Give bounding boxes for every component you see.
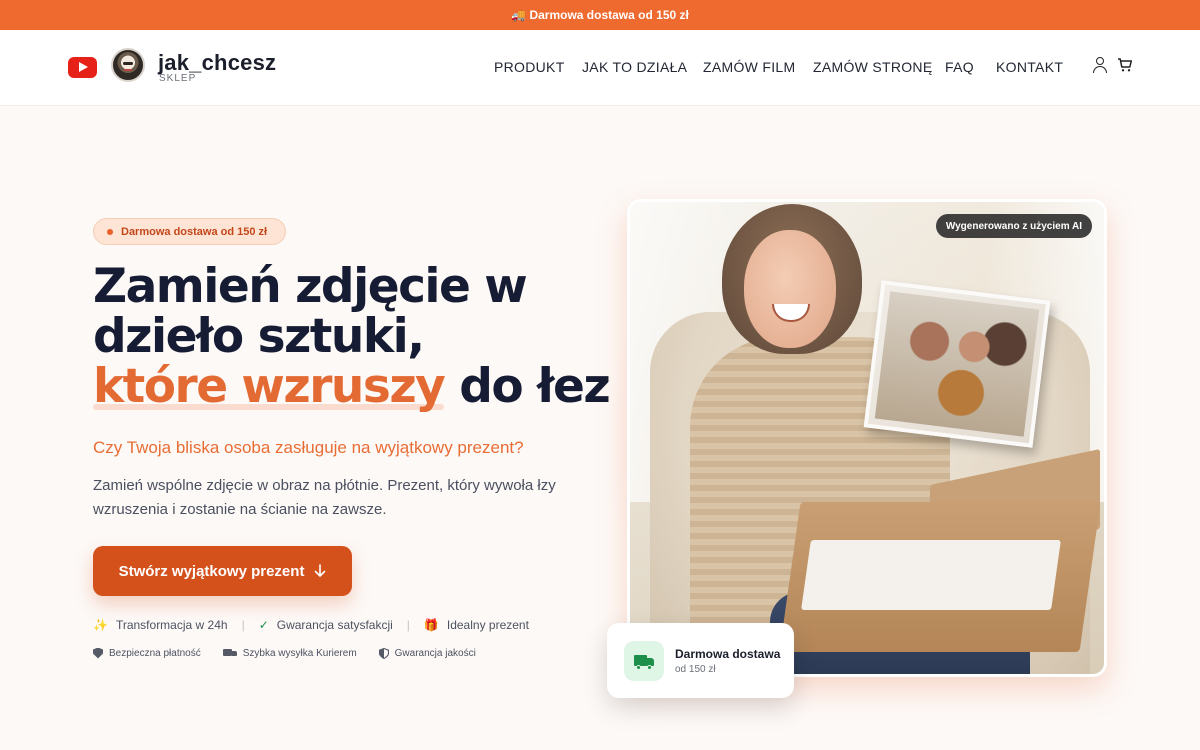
- gift-icon: 🎁: [423, 618, 439, 632]
- trust-item: Bezpieczna płatność: [109, 647, 201, 659]
- arrow-down-icon: [315, 564, 326, 577]
- announcement-text: 🚚 Darmowa dostawa od 150 zł: [511, 8, 689, 22]
- delivery-subtitle: od 150 zł: [675, 664, 716, 675]
- badge-dot-icon: [107, 228, 113, 235]
- hero-image-card: Wygenerowano z użyciem AI: [627, 199, 1107, 677]
- canvas-painting: [863, 280, 1051, 448]
- delivery-truck-icon: [624, 641, 664, 681]
- user-icon[interactable]: [1093, 57, 1107, 73]
- nav-item-produkt[interactable]: PRODUKT: [494, 59, 565, 75]
- headline-accent: które wzruszy: [93, 359, 446, 414]
- nav-item-faq[interactable]: FAQ: [945, 59, 974, 75]
- headline-line-1: Zamień zdjęcie w: [93, 259, 528, 314]
- hero-headline: Zamień zdjęcie w dzieło sztuki, które wz…: [93, 262, 613, 412]
- shield-half-icon: [378, 647, 389, 659]
- nav-item-zamow-strone[interactable]: ZAMÓW STRONĘ: [813, 59, 932, 75]
- site-header: jak_chcesz SKLEP PRODUKT JAK TO DZIAŁA Z…: [0, 30, 1200, 106]
- feature-item: Gwarancja satysfakcji: [276, 618, 393, 632]
- delivery-card: Darmowa dostawa od 150 zł: [607, 623, 794, 698]
- delivery-title: Darmowa dostawa: [675, 647, 781, 661]
- main-nav: PRODUKT JAK TO DZIAŁA ZAMÓW FILM ZAMÓW S…: [0, 59, 1200, 79]
- trust-item: Gwarancja jakości: [394, 647, 476, 659]
- nav-item-jak-to-dziala[interactable]: JAK TO DZIAŁA: [582, 59, 687, 75]
- badge-label: Darmowa dostawa od 150 zł: [121, 225, 268, 238]
- feature-item: Idealny prezent: [446, 618, 529, 632]
- check-icon: ✓: [258, 618, 269, 632]
- cta-label: Stwórz wyjątkowy prezent: [118, 562, 305, 580]
- trust-list: Bezpieczna płatność Szybka wysyłka Kurie…: [93, 645, 476, 661]
- sparkles-icon: ✨: [93, 618, 108, 632]
- create-gift-button[interactable]: Stwórz wyjątkowy prezent: [93, 546, 352, 596]
- hero-photo: Wygenerowano z użyciem AI: [630, 202, 1104, 674]
- trust-item: Szybka wysyłka Kurierem: [242, 647, 357, 659]
- cart-icon[interactable]: [1117, 57, 1133, 73]
- divider: |: [406, 618, 410, 632]
- announcement-bar: 🚚 Darmowa dostawa od 150 zł: [0, 0, 1200, 30]
- hero-question: Czy Twoja bliska osoba zasługuje na wyją…: [93, 438, 524, 457]
- headline-end: do łez: [459, 359, 610, 414]
- divider: |: [241, 618, 245, 632]
- feature-item: Transformacja w 24h: [115, 618, 228, 632]
- feature-list: ✨ Transformacja w 24h | ✓ Gwarancja saty…: [93, 616, 529, 634]
- ai-generated-badge: Wygenerowano z użyciem AI: [935, 214, 1092, 238]
- truck-icon: [222, 648, 237, 658]
- nav-item-kontakt[interactable]: KONTAKT: [996, 59, 1063, 75]
- hero-description: Zamień wspólne zdjęcie w obraz na płótni…: [93, 477, 556, 518]
- headline-line-2: dzieło sztuki,: [93, 309, 425, 364]
- free-shipping-badge: Darmowa dostawa od 150 zł: [93, 218, 286, 245]
- shield-icon: [93, 647, 103, 659]
- nav-item-zamow-film[interactable]: ZAMÓW FILM: [703, 59, 795, 75]
